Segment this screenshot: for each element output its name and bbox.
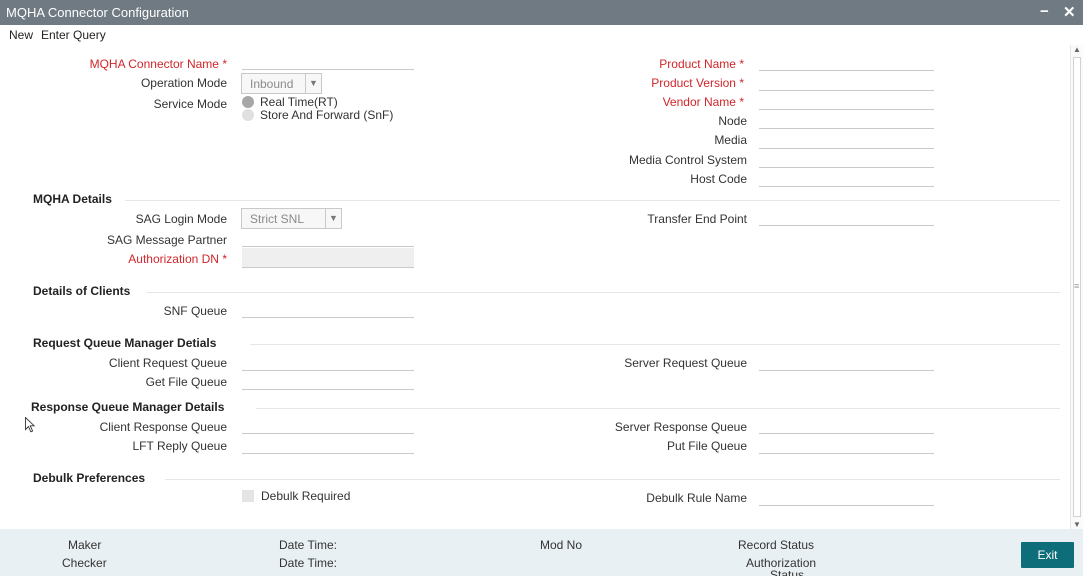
node-label: Node xyxy=(718,114,747,128)
section-divider xyxy=(165,479,1060,480)
minimize-icon[interactable]: − xyxy=(1040,3,1049,20)
sag-message-partner-input[interactable] xyxy=(242,227,414,247)
section-response-queue-manager: Response Queue Manager Details xyxy=(31,400,225,414)
menu-new[interactable]: New xyxy=(9,28,33,42)
node-input[interactable] xyxy=(759,109,934,129)
checker-label: Checker xyxy=(62,556,107,570)
transfer-end-point-label: Transfer End Point xyxy=(647,212,747,226)
scroll-up-icon[interactable]: ▲ xyxy=(1073,45,1081,54)
lft-reply-queue-label: LFT Reply Queue xyxy=(132,439,228,453)
operation-mode-value: Inbound xyxy=(250,77,294,91)
connector-name-input[interactable] xyxy=(242,50,414,70)
close-icon[interactable]: ✕ xyxy=(1063,3,1076,21)
put-file-queue-label: Put File Queue xyxy=(666,439,747,453)
mouse-cursor-icon xyxy=(25,417,35,433)
section-request-queue-manager: Request Queue Manager Detials xyxy=(33,336,217,350)
media-control-system-input[interactable] xyxy=(759,148,934,168)
radio-button-icon xyxy=(242,109,254,121)
host-code-label: Host Code xyxy=(690,172,747,186)
menu-bar: New Enter Query xyxy=(0,25,1083,45)
menu-enter-query[interactable]: Enter Query xyxy=(41,28,106,42)
authorization-dn-label: Authorization DN * xyxy=(128,252,227,266)
sag-login-mode-label: SAG Login Mode xyxy=(135,212,227,226)
vertical-scrollbar[interactable]: ▲ ≡ ▼ xyxy=(1070,45,1083,529)
product-name-input[interactable] xyxy=(759,51,934,71)
media-label: Media xyxy=(714,133,747,147)
transfer-end-point-input[interactable] xyxy=(759,206,934,226)
client-response-queue-label: Client Response Queue xyxy=(99,420,227,434)
window-titlebar: MQHA Connector Configuration − ✕ xyxy=(0,0,1083,25)
authorization-status-label-line2: Status xyxy=(770,568,805,576)
client-request-queue-label: Client Request Queue xyxy=(108,356,227,370)
section-divider xyxy=(250,344,1060,345)
media-input[interactable] xyxy=(759,129,934,149)
operation-mode-label: Operation Mode xyxy=(140,76,227,90)
radio-real-time-label: Real Time(RT) xyxy=(260,95,338,109)
server-request-queue-label: Server Request Queue xyxy=(624,356,747,370)
exit-button[interactable]: Exit xyxy=(1021,542,1074,568)
maker-label: Maker xyxy=(68,538,102,552)
product-version-label: Product Version * xyxy=(651,76,744,90)
host-code-input[interactable] xyxy=(759,167,934,187)
lft-reply-queue-input[interactable] xyxy=(242,434,414,454)
chevron-down-icon: ▼ xyxy=(325,209,341,228)
debulk-rule-name-label: Debulk Rule Name xyxy=(646,491,747,505)
checker-date-time-label: Date Time: xyxy=(279,556,338,570)
section-divider xyxy=(125,200,1060,201)
form-content: MQHA Connector Name * Operation Mode Inb… xyxy=(0,45,1070,529)
client-response-queue-input[interactable] xyxy=(242,414,414,434)
client-request-queue-input[interactable] xyxy=(242,351,414,371)
debulk-required-checkbox[interactable] xyxy=(242,490,254,502)
sag-login-mode-select[interactable]: Strict SNL ▼ xyxy=(241,208,342,229)
sag-message-partner-label: SAG Message Partner xyxy=(106,233,227,247)
get-file-queue-label: Get File Queue xyxy=(145,375,227,389)
window-title: MQHA Connector Configuration xyxy=(6,5,189,20)
media-control-system-label: Media Control System xyxy=(628,153,747,167)
snf-queue-label: SNF Queue xyxy=(163,304,227,318)
vendor-name-input[interactable] xyxy=(759,90,934,110)
operation-mode-select[interactable]: Inbound ▼ xyxy=(241,73,322,94)
maker-date-time-label: Date Time: xyxy=(279,538,338,552)
server-response-queue-input[interactable] xyxy=(759,414,934,434)
section-debulk-preferences: Debulk Preferences xyxy=(33,471,146,485)
put-file-queue-input[interactable] xyxy=(759,434,934,454)
vendor-name-label: Vendor Name * xyxy=(662,95,744,109)
scroll-down-icon[interactable]: ▼ xyxy=(1073,520,1081,529)
sag-login-mode-value: Strict SNL xyxy=(250,212,305,226)
section-divider xyxy=(256,408,1060,409)
product-version-input[interactable] xyxy=(759,71,934,91)
get-file-queue-input[interactable] xyxy=(242,370,414,390)
chevron-down-icon: ▼ xyxy=(305,74,321,93)
scroll-grip-icon: ≡ xyxy=(1074,281,1080,291)
service-mode-label: Service Mode xyxy=(153,97,227,111)
record-status-label: Record Status xyxy=(738,538,815,552)
section-details-of-clients: Details of Clients xyxy=(33,284,131,298)
product-name-label: Product Name * xyxy=(659,57,744,71)
audit-footer: Maker Checker Date Time: Date Time: Mod … xyxy=(0,529,1083,576)
debulk-required-label: Debulk Required xyxy=(261,489,351,503)
debulk-rule-name-input[interactable] xyxy=(759,486,934,506)
radio-store-forward-label: Store And Forward (SnF) xyxy=(260,108,394,122)
section-mqha-details: MQHA Details xyxy=(33,192,112,206)
radio-store-forward[interactable]: Store And Forward (SnF) xyxy=(242,108,393,122)
snf-queue-input[interactable] xyxy=(242,298,414,318)
mod-no-label: Mod No xyxy=(540,538,583,552)
radio-real-time[interactable]: Real Time(RT) xyxy=(242,95,338,109)
connector-name-label: MQHA Connector Name * xyxy=(89,57,227,71)
server-request-queue-input[interactable] xyxy=(759,351,934,371)
radio-button-icon xyxy=(242,96,254,108)
section-divider xyxy=(146,292,1060,293)
server-response-queue-label: Server Response Queue xyxy=(614,420,747,434)
authorization-dn-input[interactable] xyxy=(242,248,414,268)
